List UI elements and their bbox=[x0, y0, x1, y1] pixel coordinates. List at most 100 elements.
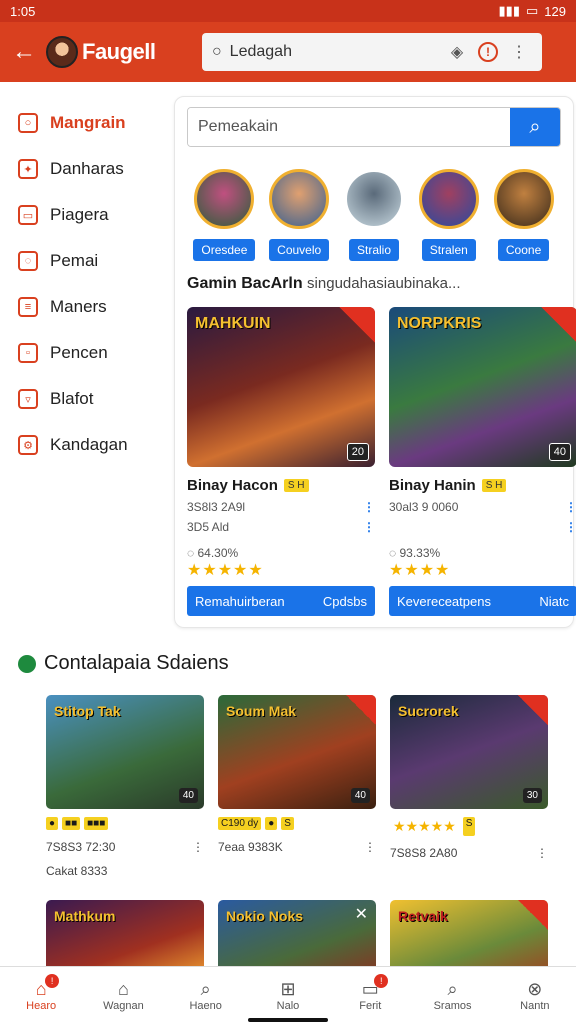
game-action-button[interactable]: Kevereceatpens Niatc bbox=[389, 586, 576, 616]
rec-tags: C190 dy ● S bbox=[218, 817, 376, 830]
panel-search-input[interactable] bbox=[188, 108, 510, 146]
avatar[interactable] bbox=[46, 36, 78, 68]
rec-card[interactable]: Soum Mak 40 C190 dy ● S 7eaa 9383K ⋮ bbox=[218, 695, 376, 878]
rating-icon: ◌ bbox=[389, 546, 397, 560]
rec-thumbnail[interactable]: Soum Mak 40 bbox=[218, 695, 376, 809]
rec-thumbnail[interactable]: Sucrorek 30 bbox=[390, 695, 548, 809]
status-icons: ▮▮▮ ▭ 129 bbox=[499, 3, 566, 19]
game-action-button[interactable]: Remahuirberan Cpdsbs bbox=[187, 586, 375, 616]
rating-value: 93.33% bbox=[399, 546, 441, 560]
game-card[interactable]: NORPKRIS 40 Binay Hanin S H 30al3 9 0060 ⋮… bbox=[389, 307, 576, 616]
notification-badge: ! bbox=[374, 973, 389, 988]
more-vertical-icon[interactable]: ⋮ bbox=[506, 39, 532, 65]
game-title: Binay Hacon S H bbox=[187, 477, 375, 494]
star-rating: ★★★★ bbox=[389, 562, 451, 579]
chat-icon: ◌ bbox=[18, 251, 38, 271]
more-vertical-icon[interactable]: ⋮ bbox=[565, 500, 576, 514]
search-icon: ○ bbox=[212, 43, 222, 60]
sidebar-item-label: Piagera bbox=[50, 205, 109, 224]
recommendations-title: Contalapaia Sdaiens bbox=[0, 652, 576, 675]
search-button[interactable]: ⌕ bbox=[510, 108, 560, 146]
category-chip[interactable]: Couvelo bbox=[269, 239, 330, 261]
nav-item-haeno[interactable]: ⌕ Haeno bbox=[174, 979, 238, 1012]
folder-icon: ▭ bbox=[18, 205, 38, 225]
sidebar-item-mangrain[interactable]: ○ Mangrain bbox=[0, 100, 170, 146]
game-logo: MAHKUIN bbox=[195, 315, 271, 332]
corner-ribbon bbox=[518, 900, 548, 930]
mic-icon[interactable]: ◈ bbox=[444, 39, 470, 65]
document-icon: ≡ bbox=[18, 297, 38, 317]
sidebar-item-pencen[interactable]: ▫ Pencen bbox=[0, 330, 170, 376]
more-vertical-icon[interactable]: ⋮ bbox=[363, 500, 375, 514]
nav-item-nantn[interactable]: ⊗ Nantn bbox=[503, 979, 567, 1012]
nav-item-hearo[interactable]: ⌂! Hearo bbox=[9, 973, 73, 1012]
more-vertical-icon[interactable]: ⋮ bbox=[364, 840, 376, 854]
game-logo: Soum Mak bbox=[226, 703, 297, 719]
game-meta-2: 3D5 Ald bbox=[187, 520, 230, 534]
category-chip[interactable]: Coone bbox=[497, 239, 550, 261]
nav-item-ferit[interactable]: ▭! Ferit bbox=[338, 973, 402, 1012]
header-search-bar[interactable]: ○ ◈ ! ⋮ bbox=[202, 33, 542, 71]
nav-item-wagnan[interactable]: ⌂ Wagnan bbox=[91, 979, 155, 1012]
back-arrow-icon[interactable]: ← bbox=[8, 36, 40, 68]
game-name: Binay Hanin bbox=[389, 477, 476, 494]
action-secondary-label: Niatc bbox=[539, 593, 569, 609]
sidebar-item-maners[interactable]: ≡ Maners bbox=[0, 284, 170, 330]
category-item[interactable]: Couvelo bbox=[262, 169, 337, 261]
corner-ribbon bbox=[518, 695, 548, 725]
category-item[interactable]: Stralen bbox=[411, 169, 486, 261]
close-icon[interactable]: ✕ bbox=[355, 904, 368, 924]
category-row: Oresdee Couvelo Stralio Stralen Coone bbox=[187, 169, 561, 261]
battery-level: 129 bbox=[544, 3, 566, 19]
nav-label: Nantn bbox=[520, 999, 550, 1012]
more-vertical-icon[interactable]: ⋮ bbox=[536, 846, 548, 860]
corner-ribbon bbox=[339, 307, 375, 343]
rec-card[interactable]: Stitop Tak 40 ● ■■ ■■■ 7S8S3 72:30 ⋮ Cakat 8… bbox=[46, 695, 204, 878]
game-thumbnail[interactable]: NORPKRIS 40 bbox=[389, 307, 576, 467]
more-vertical-icon[interactable]: ⋮ bbox=[192, 840, 204, 854]
rec-tag: S bbox=[462, 817, 476, 836]
game-meta: 3S8l3 2A9l ⋮ bbox=[187, 500, 375, 514]
star-rating: ★★★★★ bbox=[187, 562, 264, 579]
signal-icon: ▮▮▮ bbox=[498, 3, 520, 18]
sidebar-item-label: Pencen bbox=[50, 343, 108, 362]
game-title: Binay Hanin S H bbox=[389, 477, 576, 494]
rec-meta-1: 7eaa 9383K bbox=[218, 840, 283, 854]
sidebar-item-piagera[interactable]: ▭ Piagera bbox=[0, 192, 170, 238]
game-logo: Mathkum bbox=[54, 908, 116, 924]
rec-card[interactable]: Sucrorek 30 ★★★★★ S 7S8S8 2A80 ⋮ bbox=[390, 695, 548, 878]
category-avatar bbox=[418, 169, 479, 229]
game-card[interactable]: MAHKUIN 20 Binay Hacon S H 3S8l3 2A9l ⋮ 3D… bbox=[187, 307, 375, 616]
sidebar-item-kandagan[interactable]: ⚙ Kandagan bbox=[0, 422, 170, 468]
rec-tag: ● bbox=[46, 817, 59, 830]
category-item[interactable]: Stralio bbox=[337, 169, 412, 261]
alert-icon[interactable]: ! bbox=[478, 42, 498, 62]
home-indicator bbox=[248, 1018, 328, 1022]
game-badge: 40 bbox=[350, 788, 370, 803]
rec-thumbnail[interactable]: Stitop Tak 40 bbox=[46, 695, 204, 809]
game-logo: Retvaik bbox=[398, 908, 448, 924]
category-chip[interactable]: Stralio bbox=[348, 239, 399, 261]
category-item[interactable]: Coone bbox=[486, 169, 561, 261]
nav-label: Ferit bbox=[359, 999, 382, 1012]
more-vertical-icon[interactable]: ⋮ bbox=[363, 520, 375, 534]
category-chip[interactable]: Stralen bbox=[421, 239, 476, 261]
sidebar-item-blafot[interactable]: ▿ Blafot bbox=[0, 376, 170, 422]
game-thumbnail[interactable]: MAHKUIN 20 bbox=[187, 307, 375, 467]
more-vertical-icon[interactable]: ⋮ bbox=[565, 520, 576, 534]
header-search-input[interactable] bbox=[229, 43, 436, 61]
nav-item-nalo[interactable]: ⊞ Nalo bbox=[256, 979, 320, 1012]
rec-meta-1: 7S8S8 2A80 bbox=[390, 846, 458, 860]
category-avatar bbox=[269, 169, 330, 229]
game-badge: 30 bbox=[522, 788, 542, 803]
rec-meta: 7S8S8 2A80 ⋮ bbox=[390, 846, 548, 860]
game-rating: ◌ 93.33% ★★★★ bbox=[389, 546, 576, 580]
rec-tag: ● bbox=[265, 817, 278, 830]
game-meta-1: 3S8l3 2A9l bbox=[187, 500, 246, 514]
nav-item-sramos[interactable]: ⌕ Sramos bbox=[421, 979, 485, 1012]
category-chip[interactable]: Oresdee bbox=[193, 239, 256, 261]
category-item[interactable]: Oresdee bbox=[187, 169, 262, 261]
section-title: Gamin BacArln singudahasiaubinaka... bbox=[187, 275, 561, 293]
sidebar-item-pemai[interactable]: ◌ Pemai bbox=[0, 238, 170, 284]
sidebar-item-danharas[interactable]: ✦ Danharas bbox=[0, 146, 170, 192]
